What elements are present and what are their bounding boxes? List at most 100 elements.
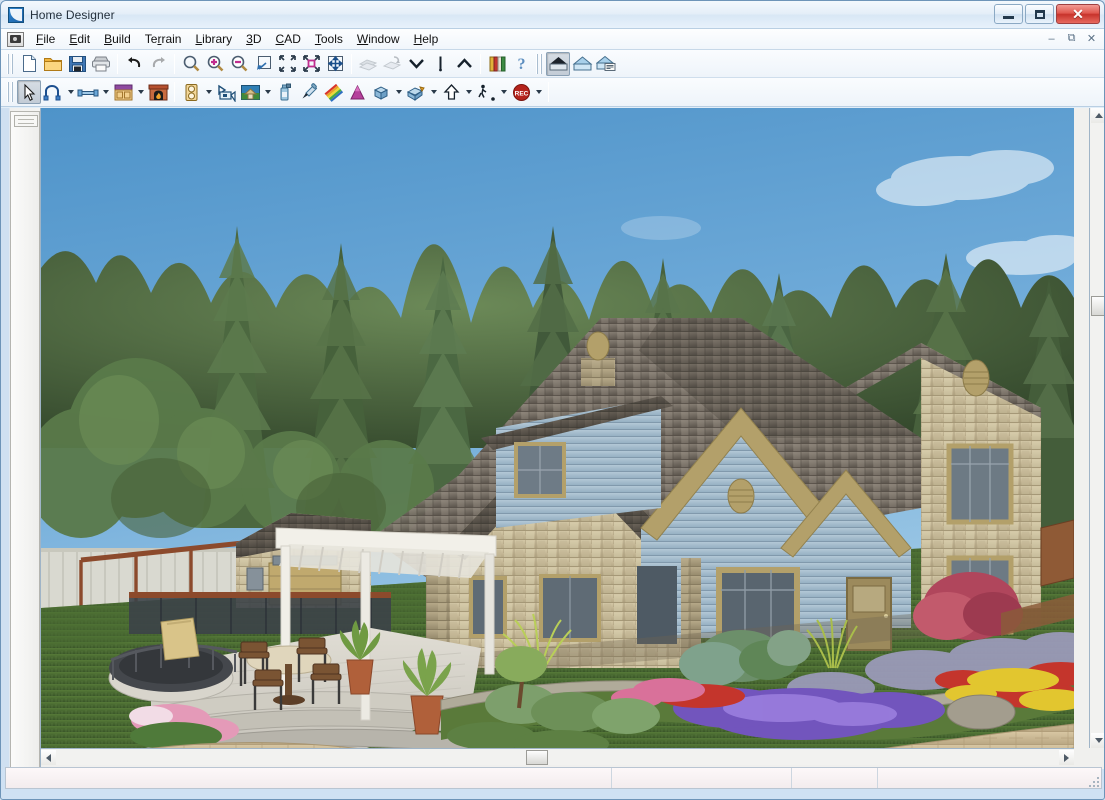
solid-primitive-button[interactable] — [369, 80, 393, 104]
fireplace-tool-button[interactable] — [146, 80, 170, 104]
full-camera-button[interactable] — [404, 80, 428, 104]
chevron-down-icon — [535, 90, 542, 94]
color-tool-button[interactable] — [321, 80, 345, 104]
move-up-dropdown[interactable] — [463, 80, 474, 104]
menu-item-3d[interactable]: 3D — [239, 30, 268, 48]
material-eyedropper-button[interactable] — [297, 80, 321, 104]
standard-view-button[interactable] — [546, 51, 570, 76]
3d-camera-view[interactable] — [41, 108, 1074, 748]
reference-display-button[interactable] — [356, 52, 380, 76]
camera-tool-button[interactable] — [214, 80, 238, 104]
horizontal-scrollbar[interactable] — [41, 748, 1074, 765]
solid-primitive-dropdown[interactable] — [393, 80, 404, 104]
minimize-button[interactable] — [994, 4, 1023, 24]
restore-icon: ⧉ — [1067, 32, 1076, 44]
menu-item-build[interactable]: Build — [97, 30, 138, 48]
pan-window-button[interactable] — [323, 52, 347, 76]
eyedropper-icon — [302, 82, 317, 98]
library-browser-button[interactable] — [485, 52, 509, 76]
fill-window-button[interactable] — [275, 52, 299, 76]
print-button[interactable] — [89, 52, 113, 76]
cabinet-icon — [114, 84, 132, 100]
toolbar-grip[interactable] — [6, 82, 14, 102]
move-up-button[interactable] — [439, 80, 463, 104]
scroll-left-button[interactable] — [41, 750, 56, 765]
toolbar-grip[interactable] — [14, 115, 38, 127]
menu-item-window[interactable]: Window — [350, 30, 407, 48]
scroll-down-button[interactable] — [1091, 733, 1104, 748]
wall-tool-dropdown[interactable] — [65, 80, 76, 104]
electrical-tool-dropdown[interactable] — [203, 80, 214, 104]
undo-zoom-button[interactable] — [251, 52, 275, 76]
maximize-button[interactable] — [1025, 4, 1054, 24]
help-button[interactable]: ? — [509, 52, 533, 76]
down-one-floor-button[interactable] — [404, 52, 428, 76]
wall-tool-button[interactable] — [41, 80, 65, 104]
material-painter-button[interactable] — [273, 80, 297, 104]
railing-tool-button[interactable] — [76, 80, 100, 104]
menu-item-cad[interactable]: CAD — [269, 30, 308, 48]
horizontal-scrollbar-thumb[interactable] — [526, 750, 548, 765]
zoom-in-button[interactable] — [203, 52, 227, 76]
arrow-cursor-icon — [23, 83, 35, 101]
menu-item-terrain[interactable]: Terrain — [138, 30, 189, 48]
camera-view-document-icon[interactable] — [7, 31, 24, 47]
mdi-close-button[interactable]: ✕ — [1082, 30, 1101, 47]
plant-tool-button[interactable] — [238, 80, 262, 104]
chevron-down-icon — [205, 90, 212, 94]
new-plan-button[interactable] — [17, 52, 41, 76]
walkthrough-dropdown[interactable] — [498, 80, 509, 104]
zoom-button[interactable] — [179, 52, 203, 76]
railing-icon — [77, 89, 99, 96]
chevron-down-icon — [102, 90, 109, 94]
house-outline-icon — [572, 56, 592, 71]
swap-reference-button[interactable] — [380, 52, 404, 76]
technical-view-button[interactable] — [594, 52, 618, 76]
redo-button[interactable] — [146, 52, 170, 76]
full-camera-dropdown[interactable] — [428, 80, 439, 104]
fill-window-building-icon — [302, 55, 320, 72]
plant-tool-dropdown[interactable] — [262, 80, 273, 104]
application-window: Home Designer ✕ File Edit Build Terrain … — [0, 0, 1105, 800]
menu-item-tools[interactable]: Tools — [308, 30, 350, 48]
railing-tool-dropdown[interactable] — [100, 80, 111, 104]
close-button[interactable]: ✕ — [1056, 4, 1100, 24]
zoom-out-button[interactable] — [227, 52, 251, 76]
walkthrough-button[interactable] — [474, 80, 498, 104]
save-plan-button[interactable] — [65, 52, 89, 76]
resize-grip[interactable] — [1087, 775, 1099, 787]
mdi-minimize-button[interactable]: – — [1042, 30, 1061, 47]
spray-can-icon — [280, 83, 291, 100]
menu-item-edit[interactable]: Edit — [62, 30, 97, 48]
current-floor-button[interactable] — [428, 52, 452, 76]
record-walkthrough-button[interactable]: REC — [509, 80, 533, 104]
open-folder-icon — [44, 58, 62, 71]
scroll-right-button[interactable] — [1059, 750, 1074, 765]
up-one-floor-button[interactable] — [452, 52, 476, 76]
vertical-scrollbar[interactable] — [1089, 108, 1104, 748]
terrain-tool-button[interactable] — [345, 80, 369, 104]
cabinet-tool-button[interactable] — [111, 80, 135, 104]
reference-display-icon — [358, 59, 378, 71]
toolbar-grip[interactable] — [535, 53, 543, 74]
electrical-tool-button[interactable] — [179, 80, 203, 104]
scroll-up-button[interactable] — [1091, 108, 1104, 123]
menu-item-file[interactable]: File — [29, 30, 62, 48]
menu-item-library[interactable]: Library — [188, 30, 239, 48]
open-plan-button[interactable] — [41, 52, 65, 76]
mdi-restore-button[interactable]: ⧉ — [1062, 30, 1081, 47]
cabinet-tool-dropdown[interactable] — [135, 80, 146, 104]
house-picture-icon — [240, 84, 260, 100]
redo-arrow-icon — [152, 57, 165, 68]
triangle-up-icon — [1094, 113, 1103, 118]
vertical-scrollbar-thumb[interactable] — [1091, 296, 1104, 316]
menu-item-help[interactable]: Help — [407, 30, 446, 48]
triangle-down-icon — [1094, 738, 1103, 743]
record-walkthrough-dropdown[interactable] — [533, 80, 544, 104]
fill-window-building-button[interactable] — [299, 52, 323, 76]
glass-house-button[interactable] — [570, 52, 594, 76]
minimize-icon — [1003, 15, 1014, 19]
undo-button[interactable] — [122, 52, 146, 76]
toolbar-grip[interactable] — [6, 53, 14, 74]
select-objects-button[interactable] — [17, 80, 41, 104]
